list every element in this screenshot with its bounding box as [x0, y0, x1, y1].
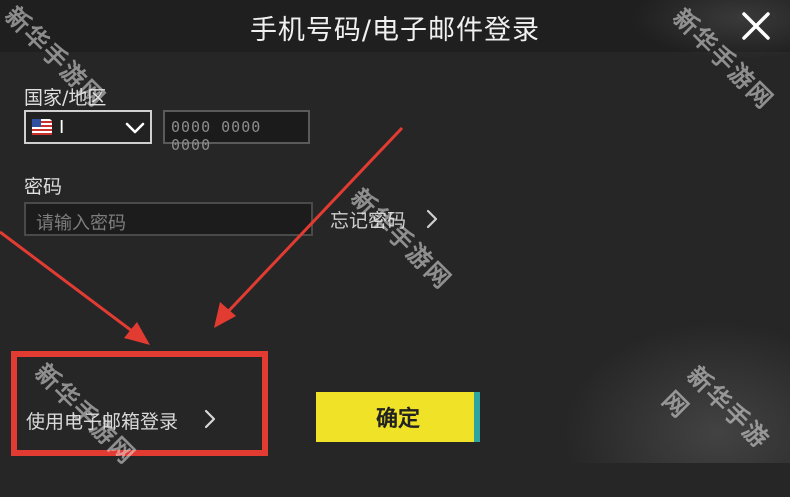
phone-number-input[interactable]: 0000 0000 0000: [163, 110, 310, 154]
close-icon[interactable]: [736, 6, 776, 46]
confirm-button[interactable]: 确定: [316, 392, 480, 442]
country-select[interactable]: I: [24, 110, 152, 144]
chevron-down-icon: [125, 122, 145, 134]
us-flag-icon: [32, 119, 52, 135]
chevron-right-icon[interactable]: [202, 408, 218, 430]
confirm-button-label: 确定: [375, 406, 420, 431]
annotation-arrowhead: [214, 302, 236, 328]
password-label: 密码: [24, 176, 63, 198]
chevron-right-icon[interactable]: [424, 208, 440, 230]
country-code: I: [59, 117, 65, 138]
annotation-arrow: [0, 230, 141, 339]
password-placeholder: 请输入密码: [36, 213, 126, 234]
watermark-text: 新华手游网: [345, 183, 458, 296]
annotation-arrowhead: [124, 322, 150, 345]
password-input[interactable]: 请输入密码: [24, 202, 313, 236]
phone-number-placeholder: 0000 0000 0000: [171, 118, 262, 154]
